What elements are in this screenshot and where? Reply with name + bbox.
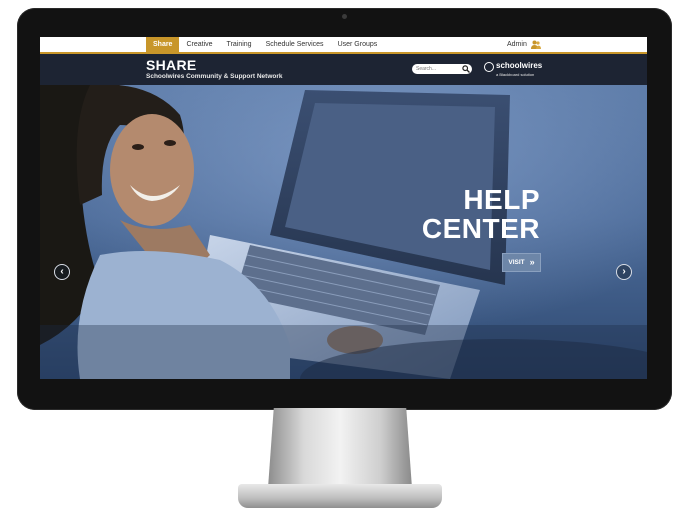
hero-photo	[40, 85, 647, 379]
monitor-stand-base	[238, 484, 442, 508]
logo-name: schoolwires	[496, 61, 543, 70]
monitor-camera	[342, 14, 347, 19]
nav-item-creative[interactable]: Creative	[179, 37, 219, 52]
logo-mark-icon	[484, 62, 494, 72]
double-chevron-right-icon: »	[529, 257, 535, 267]
site-header: SHARE Schoolwires Community & Support Ne…	[40, 54, 647, 85]
chevron-right-icon: ›	[622, 266, 626, 277]
hero-title: HELP CENTER	[400, 185, 540, 243]
carousel-next-button[interactable]: ›	[616, 264, 632, 280]
site-title[interactable]: SHARE	[146, 57, 197, 73]
hero-banner: HELP CENTER VISIT » ‹ ›	[40, 85, 647, 379]
admin-link[interactable]: Admin	[507, 37, 527, 52]
nav-item-user-groups[interactable]: User Groups	[331, 37, 385, 52]
schoolwires-logo[interactable]: schoolwires a Blackboard solution	[484, 61, 544, 81]
nav-item-training[interactable]: Training	[220, 37, 259, 52]
monitor-stand	[268, 408, 412, 488]
nav-item-share[interactable]: Share	[146, 37, 180, 52]
hero-title-line-1: HELP	[463, 184, 540, 215]
top-navigation: Share Creative Training Schedule Service…	[40, 37, 647, 54]
site-subtitle: Schoolwires Community & Support Network	[146, 73, 283, 80]
nav-menu: Share Creative Training Schedule Service…	[146, 37, 384, 52]
search-box	[412, 64, 472, 74]
logo-tagline: a Blackboard solution	[496, 72, 535, 77]
visit-button[interactable]: VISIT »	[502, 253, 541, 272]
carousel-prev-button[interactable]: ‹	[54, 264, 70, 280]
search-icon[interactable]	[462, 65, 470, 73]
nav-item-schedule-services[interactable]: Schedule Services	[259, 37, 331, 52]
users-icon[interactable]	[531, 40, 541, 49]
monitor-screen: Share Creative Training Schedule Service…	[40, 37, 647, 379]
chevron-left-icon: ‹	[60, 266, 64, 277]
hero-title-line-2: CENTER	[421, 213, 540, 244]
visit-button-label: VISIT	[508, 259, 525, 266]
search-input[interactable]	[416, 64, 460, 74]
